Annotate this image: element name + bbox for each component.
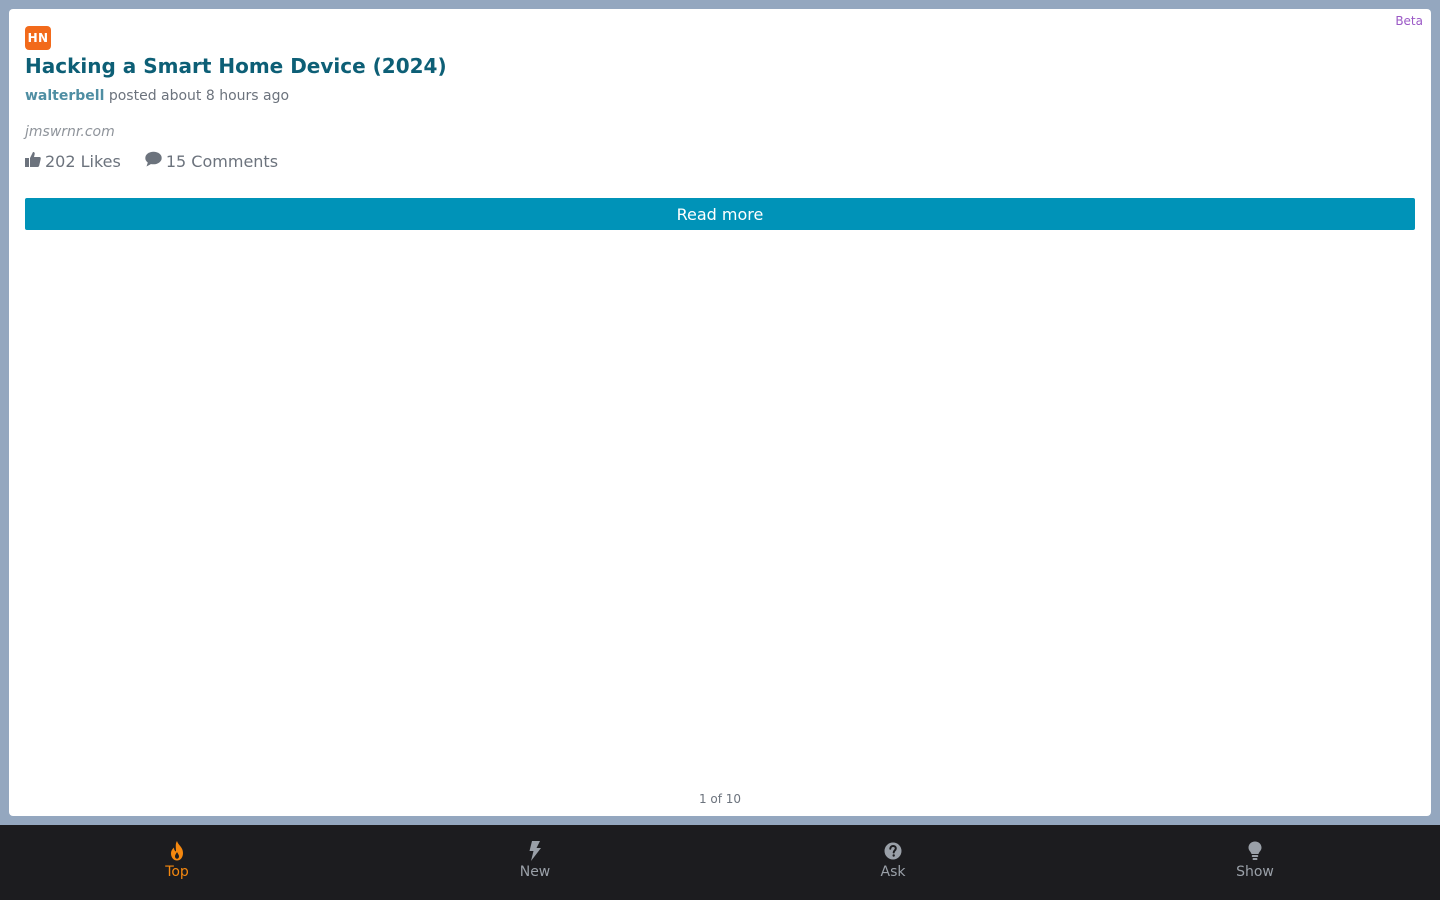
source-badge: HN xyxy=(25,26,51,50)
story-title[interactable]: Hacking a Smart Home Device (2024) xyxy=(25,54,447,78)
thumbs-up-icon xyxy=(25,151,45,171)
tab-show[interactable]: Show xyxy=(1195,840,1315,880)
tab-new-label: New xyxy=(519,864,551,880)
beta-label: Beta xyxy=(1395,14,1423,28)
tab-show-label: Show xyxy=(1236,864,1274,880)
likes-count: 202 Likes xyxy=(45,151,121,171)
tab-ask[interactable]: Ask xyxy=(833,840,953,880)
flame-icon xyxy=(169,840,185,862)
app-frame: Beta HN Hacking a Smart Home Device (202… xyxy=(0,0,1440,825)
posted-time: posted about 8 hours ago xyxy=(108,88,290,104)
question-circle-icon xyxy=(884,840,902,862)
comment-bubble-icon xyxy=(145,151,166,171)
tab-new[interactable]: New xyxy=(475,840,595,880)
author-link[interactable]: walterbell xyxy=(25,88,104,104)
tab-top-label: Top xyxy=(165,864,189,880)
byline: walterbell posted about 8 hours ago xyxy=(25,88,289,104)
bottom-tab-bar: Top New Ask Show xyxy=(0,825,1440,900)
tab-ask-label: Ask xyxy=(880,864,906,880)
story-domain[interactable]: jmswrnr.com xyxy=(25,124,115,140)
comments-count: 15 Comments xyxy=(165,151,279,171)
comments-stat[interactable]: 15 Comments xyxy=(145,151,278,171)
story-stats: 202 Likes 15 Comments xyxy=(25,151,278,171)
lightbulb-icon xyxy=(1248,840,1262,862)
tab-top[interactable]: Top xyxy=(117,840,237,880)
likes-stat[interactable]: 202 Likes xyxy=(25,151,121,171)
read-more-button[interactable]: Read more xyxy=(25,198,1415,230)
bolt-icon xyxy=(528,840,542,862)
story-card: Beta HN Hacking a Smart Home Device (202… xyxy=(9,9,1431,816)
pagination-indicator: 1 of 10 xyxy=(698,792,742,806)
